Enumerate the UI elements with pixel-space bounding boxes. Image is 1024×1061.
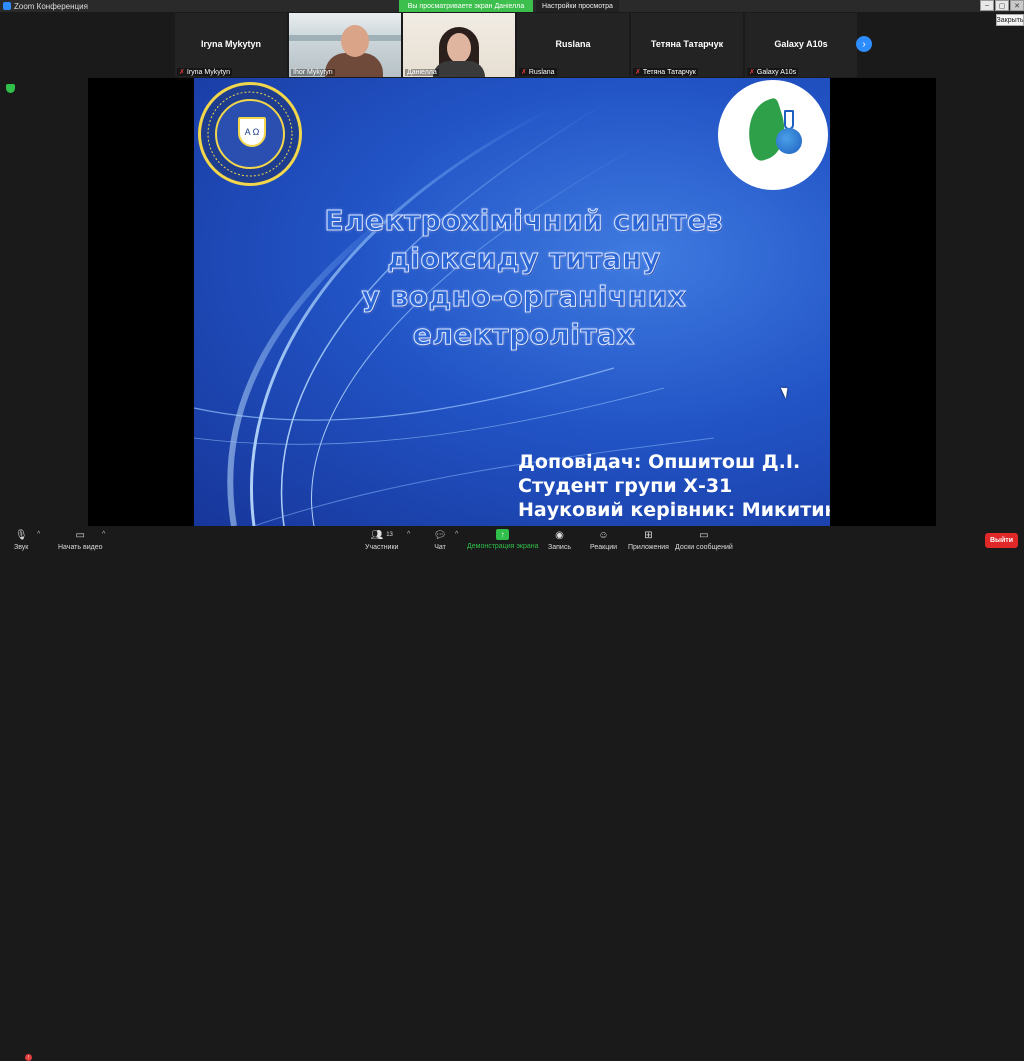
apps-icon: ⊞ (644, 529, 653, 541)
minimize-button[interactable]: – (980, 0, 994, 11)
chat-button[interactable]: 💬︎ Чат (433, 529, 447, 552)
share-screen-button[interactable]: ↑ Демонстрация экрана (467, 529, 539, 550)
microphone-icon: 🎙︎ (14, 529, 28, 541)
slide-presenter-info: Доповідач: Опшитош Д.І. Студент групи Х-… (518, 450, 830, 522)
share-banner: Вы просматриваете экран Даніелла (399, 0, 533, 12)
slide-title: Електрохімічний синтез діоксиду титану у… (294, 202, 754, 354)
participants-options-caret[interactable]: ^ (407, 531, 410, 538)
slide-title-line: електролітах (412, 318, 636, 352)
participant-name: Тетяна Татарчук (650, 39, 724, 49)
view-options-button[interactable]: Настройки просмотра (536, 0, 619, 12)
participant-name: Iryna Mykytyn (200, 39, 262, 49)
participant-name: Galaxy A10s (774, 39, 828, 49)
slide-title-line: у водно-органічних (361, 280, 687, 314)
record-icon: ◉ (555, 529, 564, 541)
university-logo-left: Α Ω (198, 82, 302, 186)
person-body (433, 61, 485, 77)
audio-alert-badge: ! (25, 1054, 32, 1061)
logo-inner-circle: Α Ω (215, 99, 285, 169)
video-off-icon: ▭ (75, 529, 85, 541)
share-screen-icon: ↑ (496, 529, 510, 540)
reactions-icon: ☺ (598, 529, 609, 541)
close-button[interactable]: ✕ (1010, 0, 1024, 11)
slide-title-line: діоксиду титану (387, 242, 661, 276)
participant-label: ✗ Тетяна Татарчук (633, 68, 698, 76)
participant-label: ✗ Galaxy A10s (747, 68, 799, 76)
group-line: Студент групи Х-31 (518, 475, 733, 497)
chat-options-caret[interactable]: ^ (455, 531, 458, 538)
leave-meeting-button[interactable]: Выйти (985, 533, 1018, 548)
meeting-toolbar: 🎙︎ Звук ! ^ ▭ Начать видео ^ 👥︎ 13 Участн… (0, 526, 1024, 1061)
audio-options-caret[interactable]: ^ (37, 531, 40, 538)
mic-muted-icon: ✗ (749, 69, 755, 76)
presenter-line: Доповідач: Опшитош Д.І. (518, 451, 801, 473)
start-video-button[interactable]: ▭ Начать видео (58, 529, 102, 552)
zoom-logo-icon (3, 2, 11, 10)
record-button[interactable]: ◉ Запись (548, 529, 571, 552)
person-head (341, 25, 369, 57)
mic-muted-icon: ✗ (521, 69, 527, 76)
participant-tile[interactable]: Galaxy A10s ✗ Galaxy A10s (745, 13, 857, 77)
whiteboard-icon: ▭ (699, 529, 709, 541)
whiteboards-button[interactable]: ▭ Доски сообщений (675, 529, 733, 552)
audio-button[interactable]: 🎙︎ Звук (14, 529, 28, 552)
participant-label: ✗ Ruslana (519, 68, 557, 76)
participant-tile[interactable]: Ruslana ✗ Ruslana (517, 13, 629, 77)
close-tooltip: Закрыть (996, 14, 1024, 26)
mic-muted-icon: ✗ (635, 69, 641, 76)
app-title: Zoom Конференция (0, 2, 88, 11)
reactions-button[interactable]: ☺ Реакции (590, 529, 617, 552)
participants-button[interactable]: 👥︎ 13 Участники (365, 529, 398, 552)
globe-icon (776, 128, 802, 154)
apps-button[interactable]: ⊞ Приложения (628, 529, 669, 552)
supervisor-line: Науковий керівник: Микитин І. М. (518, 499, 830, 521)
video-options-caret[interactable]: ^ (102, 531, 105, 538)
faculty-logo-right (718, 80, 828, 190)
participants-icon: 👥︎ 13 (370, 529, 393, 541)
chat-icon: 💬︎ (433, 529, 447, 541)
slide-title-line: Електрохімічний синтез (324, 204, 724, 238)
window-controls: – ▢ ✕ (979, 0, 1024, 12)
participant-name: Ruslana (555, 39, 591, 49)
participant-tile-video[interactable]: Даніелла (403, 13, 515, 77)
participant-label: Даніелла (405, 69, 439, 76)
participant-tile[interactable]: Тетяна Татарчук ✗ Тетяна Татарчук (631, 13, 743, 77)
person-face (447, 33, 471, 63)
window-title: Zoom Конференция (14, 1, 88, 11)
mic-muted-icon: ✗ (179, 69, 185, 76)
maximize-button[interactable]: ▢ (995, 0, 1009, 11)
participant-gallery: Iryna Mykytyn ✗ Iryna Mykytyn Ihor Mykyty… (175, 13, 859, 77)
presentation-slide: Α Ω Електрохімічний синтез діоксиду тита… (194, 78, 830, 526)
participant-label: Ihor Mykytyn (291, 69, 335, 76)
participant-tile-video[interactable]: Ihor Mykytyn (289, 13, 401, 77)
flask-icon (784, 110, 794, 130)
encryption-shield-icon[interactable] (6, 84, 15, 93)
gallery-next-arrow-icon[interactable]: › (856, 36, 872, 52)
participant-label: ✗ Iryna Mykytyn (177, 68, 233, 76)
logo-shield-icon: Α Ω (238, 117, 266, 147)
participant-tile[interactable]: Iryna Mykytyn ✗ Iryna Mykytyn (175, 13, 287, 77)
